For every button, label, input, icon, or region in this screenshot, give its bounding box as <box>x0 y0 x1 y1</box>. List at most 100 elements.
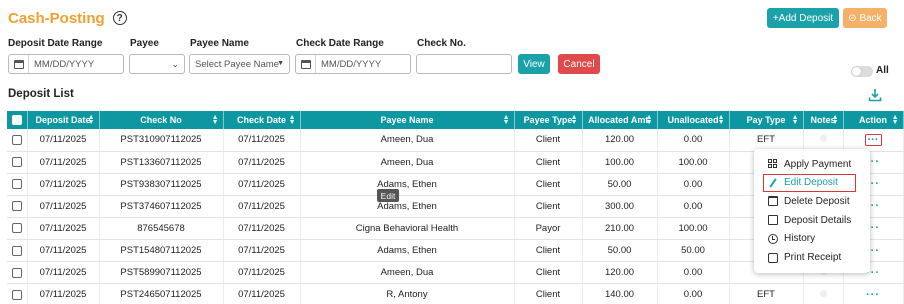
trash-icon <box>768 196 778 207</box>
table-header-row: ▲ ▼ Deposit Date ▲ ▼ Check No ▲ ▼ Check Date ▲… <box>7 111 904 129</box>
check-no-label: Check No. <box>417 38 466 49</box>
column-header-label: Check Date <box>236 115 287 125</box>
sort-icon[interactable]: ▲ ▼ <box>88 114 95 126</box>
row-checkbox[interactable] <box>11 267 22 278</box>
check-date-range-field[interactable]: MM/DD/YYYY <box>295 54 411 74</box>
sort-icon[interactable]: ▲ ▼ <box>832 114 839 126</box>
table-row[interactable]: 07/11/2025 PST246507112025 07/11/2025 R, An… <box>7 283 904 304</box>
column-header[interactable]: Unallocated ▲ ▼ <box>657 111 730 129</box>
calendar-icon[interactable] <box>9 55 29 73</box>
more-actions-icon[interactable]: ··· <box>866 289 880 301</box>
sort-icon[interactable]: ▲ ▼ <box>892 114 899 126</box>
caret-down-icon: ▼ <box>277 60 284 67</box>
menu-item-edit-deposit[interactable]: Edit Deposit <box>763 173 856 193</box>
menu-item-print-receipt[interactable]: Print Receipt <box>754 248 870 267</box>
table-row[interactable]: 07/11/2025 PST310907112025 07/11/2025 Ameen… <box>7 129 904 152</box>
column-header-label: Deposit Date <box>35 115 91 125</box>
sort-icon[interactable]: ▲ ▼ <box>646 114 653 126</box>
menu-item-apply-payment[interactable]: Apply Payment <box>754 155 870 174</box>
check-date-cell: 07/11/2025 <box>223 283 301 304</box>
allocated-amount-cell: 50.00 <box>582 173 658 196</box>
check-date-range-label: Check Date Range <box>296 38 384 49</box>
column-header-label: Pay Type <box>746 115 786 125</box>
payee-name-select[interactable]: Select Payee Name ▼ <box>189 54 290 74</box>
download-icon[interactable] <box>868 88 882 102</box>
column-header[interactable]: Payee Type ▲ ▼ <box>514 111 583 129</box>
check-date-cell: 07/11/2025 <box>223 195 301 218</box>
payee-name-label: Payee Name <box>190 38 249 49</box>
deposit-date-cell: 07/11/2025 <box>27 173 100 196</box>
row-checkbox[interactable] <box>11 245 22 256</box>
column-header[interactable]: Payee Name ▲ ▼ <box>300 111 515 129</box>
chevron-down-icon: ⌄ <box>171 59 179 69</box>
grid-icon <box>768 159 778 169</box>
payee-name-cell: Adams, Ethen <box>300 195 515 218</box>
menu-item-history[interactable]: History <box>754 229 870 248</box>
sort-icon[interactable]: ▲ ▼ <box>718 114 725 126</box>
column-header[interactable]: Deposit Date ▲ ▼ <box>27 111 100 129</box>
unallocated-cell: 0.00 <box>657 261 730 285</box>
deposit-date-range-field[interactable]: MM/DD/YYYY <box>8 54 124 74</box>
menu-item-label: History <box>784 233 816 245</box>
menu-item-label: Delete Deposit <box>784 195 850 207</box>
check-no-cell: PST310907112025 <box>99 129 224 152</box>
column-header[interactable]: Allocated Amt. ▲ ▼ <box>582 111 658 129</box>
menu-item-label: Print Receipt <box>784 251 842 263</box>
row-select-cell <box>7 261 28 285</box>
check-no-cell: 876545678 <box>99 217 224 240</box>
pencil-icon <box>768 178 778 188</box>
deposit-date-placeholder: MM/DD/YYYY <box>34 58 95 70</box>
row-checkbox[interactable] <box>11 289 22 300</box>
column-header[interactable]: Check Date ▲ ▼ <box>223 111 301 129</box>
all-toggle[interactable] <box>851 66 873 77</box>
row-checkbox[interactable] <box>11 134 22 145</box>
column-header-label: Unallocated <box>667 115 719 125</box>
notes-cell <box>803 129 844 152</box>
row-checkbox[interactable] <box>11 223 22 234</box>
clock-icon <box>768 233 778 244</box>
column-header[interactable]: Check No ▲ ▼ <box>99 111 224 129</box>
row-checkbox[interactable] <box>11 201 22 212</box>
view-button[interactable]: View <box>518 54 550 74</box>
cancel-button[interactable]: Cancel <box>558 54 600 74</box>
unallocated-cell: 100.00 <box>657 151 730 174</box>
deposit-date-cell: 07/11/2025 <box>27 129 100 152</box>
sort-icon[interactable]: ▲ ▼ <box>571 114 578 126</box>
menu-item-deposit-details[interactable]: Deposit Details <box>754 211 870 230</box>
row-checkbox[interactable] <box>11 179 22 190</box>
menu-item-label: Apply Payment <box>784 158 852 170</box>
check-no-cell: PST133607112025 <box>99 151 224 174</box>
unallocated-cell: 0.00 <box>657 195 730 218</box>
menu-item-label: Edit Deposit <box>784 177 838 189</box>
note-icon[interactable] <box>819 290 827 298</box>
payee-name-cell: Ameen, Dua <box>300 151 515 174</box>
check-no-cell: PST589907112025 <box>99 261 224 285</box>
calendar-icon[interactable] <box>296 55 316 73</box>
pay-type-cell: EFT <box>729 283 804 304</box>
select-all-header[interactable]: ▲ ▼ <box>7 111 28 129</box>
payee-type-cell: Payor <box>514 217 583 240</box>
deposit-date-cell: 07/11/2025 <box>27 283 100 304</box>
help-icon[interactable]: ? <box>112 11 127 25</box>
add-deposit-button[interactable]: +Add Deposit <box>767 8 839 28</box>
check-no-cell: PST374607112025 <box>99 195 224 218</box>
check-date-cell: 07/11/2025 <box>223 261 301 285</box>
menu-item-delete-deposit[interactable]: Delete Deposit <box>754 192 870 211</box>
column-header[interactable]: Pay Type ▲ ▼ <box>729 111 804 129</box>
row-select-cell <box>7 173 28 196</box>
deposit-date-cell: 07/11/2025 <box>27 261 100 285</box>
column-header[interactable]: Notes ▲ ▼ <box>803 111 844 129</box>
payee-select[interactable]: ⌄ <box>129 54 185 74</box>
sort-icon[interactable]: ▲ ▼ <box>792 114 799 126</box>
sort-icon[interactable]: ▲ ▼ <box>503 114 510 126</box>
payee-name-cell: Ameen, Dua <box>300 261 515 285</box>
payee-type-cell: Client <box>514 283 583 304</box>
column-header[interactable]: Action ▲ ▼ <box>843 111 904 129</box>
row-checkbox[interactable] <box>11 157 22 168</box>
sort-icon[interactable]: ▲ ▼ <box>289 114 296 126</box>
check-no-input[interactable] <box>416 54 512 74</box>
note-icon[interactable] <box>819 135 827 143</box>
back-button[interactable]: ⊝ Back <box>843 8 887 28</box>
more-actions-icon[interactable]: ··· <box>864 133 882 146</box>
sort-icon[interactable]: ▲ ▼ <box>212 114 219 126</box>
